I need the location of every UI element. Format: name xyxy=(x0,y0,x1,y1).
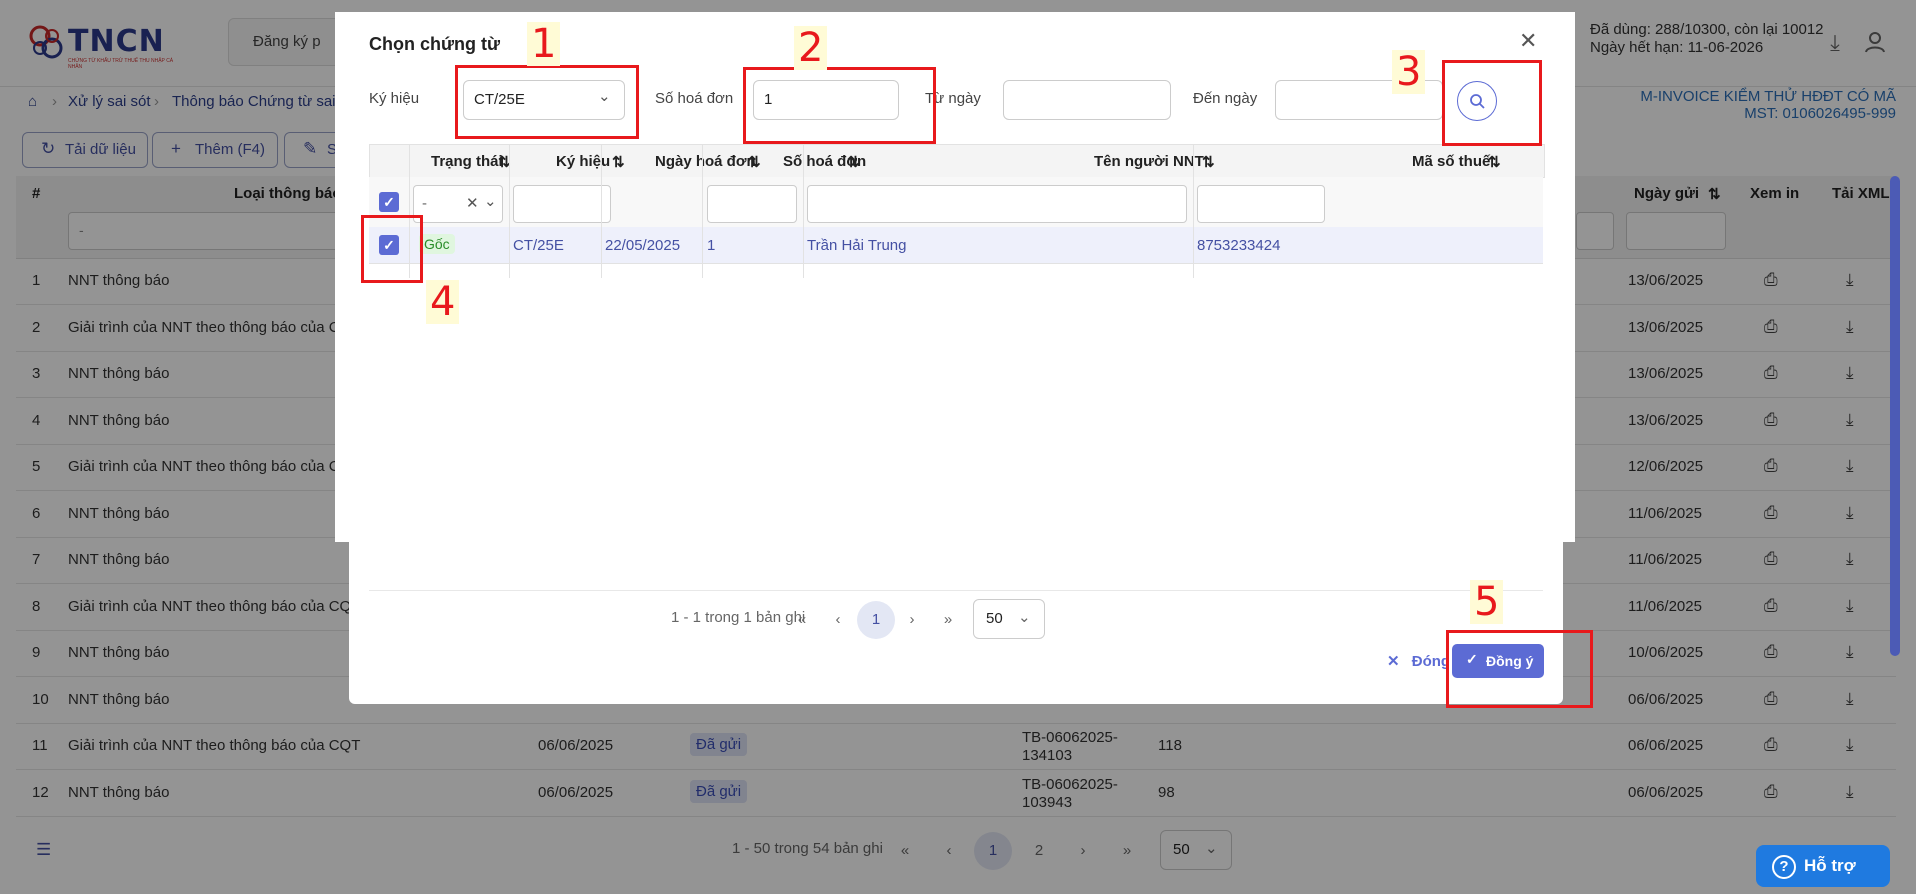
dialog-filter-row: ✓ - ✕ ⌄ xyxy=(369,177,1543,228)
row-invoice-date: 22/05/2025 xyxy=(605,237,681,254)
sort-icon[interactable]: ⇅ xyxy=(1202,153,1215,171)
annotation-number-2: 2 xyxy=(794,26,828,70)
annotation-box-3 xyxy=(1442,60,1542,146)
close-button-label: Đóng xyxy=(1411,653,1451,670)
annotation-number-1: 1 xyxy=(527,22,561,66)
tax-code-filter-input[interactable] xyxy=(1197,185,1325,223)
sort-icon[interactable]: ⇅ xyxy=(847,153,860,171)
row-invoice-no: 1 xyxy=(707,237,716,254)
col-taxpayer-name[interactable]: Tên người NNT xyxy=(1094,153,1204,170)
annotation-number-3: 3 xyxy=(1392,50,1426,94)
row-taxpayer-name: Trần Hải Trung xyxy=(807,237,907,254)
status-filter-select[interactable]: - ✕ ⌄ xyxy=(413,185,503,223)
last-page-icon[interactable]: » xyxy=(929,601,967,639)
select-all-checkbox[interactable]: ✓ xyxy=(379,192,399,212)
from-date-input[interactable] xyxy=(1003,80,1171,120)
dialog-page-size-value: 50 xyxy=(986,610,1003,627)
annotation-box-2 xyxy=(743,67,936,144)
symbol-filter-input[interactable] xyxy=(513,185,611,223)
annotation-number-4: 4 xyxy=(426,280,460,324)
first-page-icon[interactable]: « xyxy=(783,601,821,639)
close-x-icon: ✕ xyxy=(1387,653,1400,670)
chevron-down-icon: ⌄ xyxy=(484,193,497,210)
annotation-box-1 xyxy=(455,65,639,139)
help-button[interactable]: ? Hỗ trợ xyxy=(1756,845,1890,887)
next-page-icon[interactable]: › xyxy=(893,601,931,639)
symbol-label: Ký hiệu xyxy=(369,90,420,107)
col-tax-code[interactable]: Mã số thuế xyxy=(1412,153,1490,170)
annotation-box-4 xyxy=(361,215,423,283)
sort-icon[interactable]: ⇅ xyxy=(748,153,761,171)
col-status[interactable]: Trạng thái xyxy=(431,153,503,170)
annotation-box-5 xyxy=(1446,630,1593,708)
table-row[interactable]: ✓ Gốc CT/25E 22/05/2025 1 Trần Hải Trung… xyxy=(369,227,1543,264)
question-icon: ? xyxy=(1772,855,1796,879)
clear-icon[interactable]: ✕ xyxy=(466,194,479,212)
prev-page-icon[interactable]: ‹ xyxy=(819,601,857,639)
col-symbol[interactable]: Ký hiệu xyxy=(556,153,610,170)
status-badge: Gốc xyxy=(419,234,455,254)
to-date-label: Đến ngày xyxy=(1193,90,1258,107)
sort-icon[interactable]: ⇅ xyxy=(1488,153,1501,171)
row-symbol: CT/25E xyxy=(513,237,564,254)
dialog-title: Chọn chứng từ xyxy=(369,34,501,54)
col-invoice-date[interactable]: Ngày hoá đơn xyxy=(655,153,756,170)
close-icon[interactable]: ✕ xyxy=(1519,28,1537,54)
annotation-number-5: 5 xyxy=(1470,580,1504,624)
dialog-pagination: 1 - 1 trong 1 bản ghi « ‹ 1 › » 50 ⌄ xyxy=(369,590,1543,651)
help-label: Hỗ trợ xyxy=(1804,856,1856,875)
dialog-page-size-select[interactable]: 50 ⌄ xyxy=(973,599,1045,639)
dialog-page-1-button[interactable]: 1 xyxy=(857,601,895,639)
status-filter-value: - xyxy=(422,195,427,212)
close-button[interactable]: ✕ Đóng xyxy=(1387,652,1450,670)
name-filter-input[interactable] xyxy=(807,185,1187,223)
scrollbar[interactable] xyxy=(1890,176,1900,656)
invoice-no-label: Số hoá đơn xyxy=(655,90,734,107)
sort-icon[interactable]: ⇅ xyxy=(612,153,625,171)
row-tax-code: 8753233424 xyxy=(1197,237,1281,254)
chevron-down-icon: ⌄ xyxy=(1018,609,1031,626)
invoice-no-filter-input[interactable] xyxy=(707,185,797,223)
dialog-table-header: Trạng thái ⇅ Ký hiệu ⇅ Ngày hoá đơn ⇅ Số… xyxy=(369,144,1545,178)
